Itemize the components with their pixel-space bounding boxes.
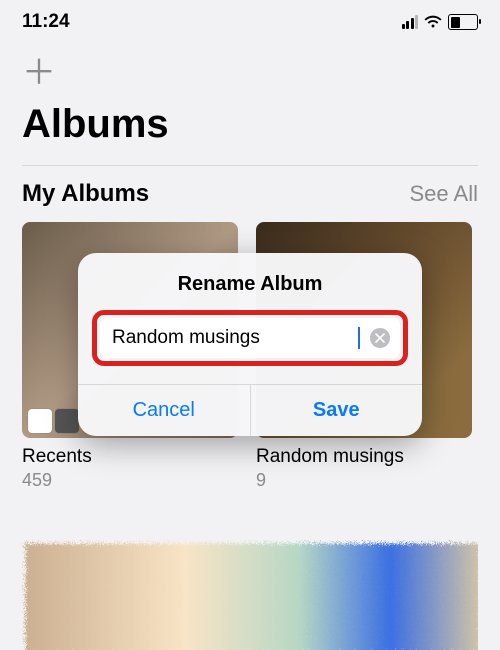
- divider: [22, 165, 478, 166]
- album-name: Recents: [22, 446, 238, 468]
- section-title: My Albums: [22, 180, 149, 208]
- album-name: Random musings: [256, 446, 472, 468]
- album-name-field[interactable]: [100, 318, 400, 358]
- wifi-icon: [424, 15, 442, 29]
- cellular-signal-icon: [402, 15, 419, 29]
- add-album-button[interactable]: ＋: [22, 56, 478, 90]
- dialog-title: Rename Album: [78, 253, 422, 310]
- status-time: 11:24: [22, 11, 70, 33]
- see-all-link[interactable]: See All: [410, 181, 479, 207]
- rename-album-dialog: Rename Album Cancel Save: [78, 253, 422, 436]
- battery-icon: [448, 14, 478, 30]
- annotation-highlight: [92, 310, 408, 366]
- status-indicators: [402, 14, 479, 30]
- status-bar: 11:24: [22, 0, 478, 44]
- album-name-input[interactable]: [110, 326, 359, 350]
- album-count: 459: [22, 470, 238, 491]
- save-button[interactable]: Save: [251, 385, 423, 436]
- bottom-preview-strip: [22, 540, 478, 650]
- cancel-button[interactable]: Cancel: [78, 385, 251, 436]
- page-title: Albums: [22, 102, 478, 147]
- clear-text-icon[interactable]: [370, 328, 390, 348]
- album-count: 9: [256, 470, 472, 491]
